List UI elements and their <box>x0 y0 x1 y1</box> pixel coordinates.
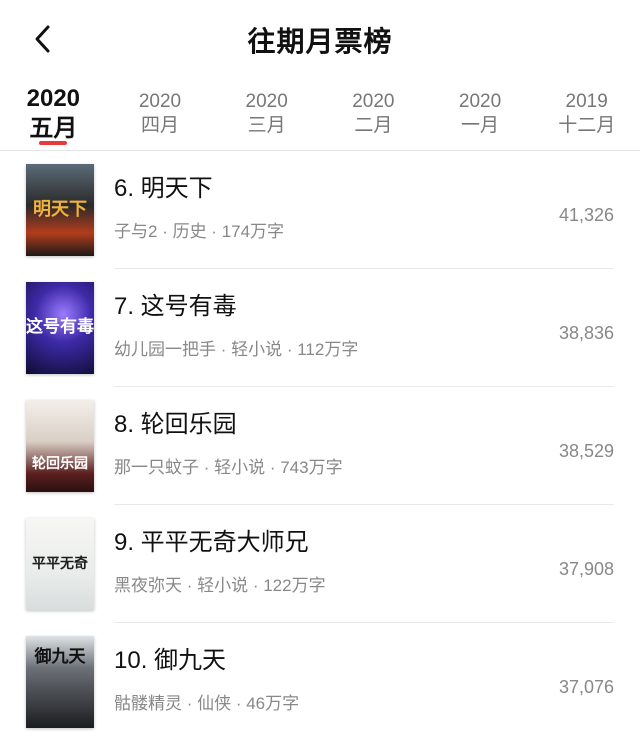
book-author: 子与2 <box>114 222 158 241</box>
tab-year: 2019 <box>565 91 608 112</box>
tab-2019-12[interactable]: 2019 十二月 <box>533 80 640 138</box>
tab-2020-02[interactable]: 2020 二月 <box>320 80 427 138</box>
vote-count: 38,836 <box>558 323 614 343</box>
tab-2020-04[interactable]: 2020 四月 <box>107 80 214 138</box>
book-words: 174万字 <box>221 222 285 241</box>
vote-count: 37,076 <box>558 677 614 697</box>
cover-title: 这号有毒 <box>26 317 94 338</box>
book-genre: 仙侠 <box>197 694 232 713</box>
tab-month: 二月 <box>354 115 393 136</box>
month-tabs: 2020 五月 2020 四月 2020 三月 2020 二月 2020 一月 … <box>0 80 640 151</box>
book-words: 122万字 <box>263 576 326 595</box>
tab-2020-05[interactable]: 2020 五月 <box>0 80 107 145</box>
book-words: 46万字 <box>246 694 300 713</box>
tab-year: 2020 <box>245 91 288 112</box>
book-words: 112万字 <box>297 340 359 359</box>
tab-month: 一月 <box>461 115 500 136</box>
book-cover[interactable]: 明天下 <box>26 164 94 256</box>
ranking-list: 明天下 6. 明天下 子与2 · 历史 · 174万字 41,326 这号有毒 … <box>0 151 640 741</box>
vote-count: 38,529 <box>558 441 614 461</box>
cover-title: 明天下 <box>33 198 87 220</box>
page-title: 往期月票榜 <box>247 26 393 57</box>
vote-count: 37,908 <box>558 559 614 579</box>
book-genre: 轻小说 <box>214 458 266 477</box>
book-item[interactable]: 御九天 10. 御九天 骷髅精灵 · 仙侠 · 46万字 37,076 <box>0 623 640 741</box>
tab-2020-03[interactable]: 2020 三月 <box>213 80 320 138</box>
tab-month: 五月 <box>29 115 78 142</box>
cover-title: 御九天 <box>34 647 86 668</box>
cover-title: 平平无奇 <box>32 555 88 572</box>
back-button[interactable] <box>28 24 58 54</box>
book-rank-title[interactable]: 10. 御九天 <box>114 640 640 675</box>
book-cover[interactable]: 平平无奇 <box>26 518 94 610</box>
tab-year: 2020 <box>138 91 182 112</box>
book-genre: 历史 <box>172 222 207 241</box>
book-cover[interactable]: 这号有毒 <box>26 282 94 374</box>
book-item[interactable]: 平平无奇 9. 平平无奇大师兄 黑夜弥天 · 轻小说 · 122万字 37,90… <box>0 505 640 623</box>
cover-title: 轮回乐园 <box>32 455 88 472</box>
book-genre: 轻小说 <box>197 576 249 595</box>
tab-2020-01[interactable]: 2020 一月 <box>427 80 534 138</box>
book-cover[interactable]: 御九天 <box>26 636 94 728</box>
active-tab-indicator <box>39 141 68 145</box>
chevron-left-icon <box>35 25 50 53</box>
tab-month: 四月 <box>141 115 180 136</box>
book-rank-title[interactable]: 6. 明天下 <box>114 168 640 203</box>
book-author: 骷髅精灵 <box>114 694 182 713</box>
book-author: 黑夜弥天 <box>114 576 182 595</box>
book-rank-title[interactable]: 9. 平平无奇大师兄 <box>114 522 640 557</box>
book-genre: 轻小说 <box>231 340 283 359</box>
top-bar: 往期月票榜 <box>0 0 640 80</box>
book-words: 743万字 <box>280 458 343 477</box>
vote-count: 41,326 <box>558 205 614 225</box>
book-author: 那一只蚊子 <box>114 458 199 477</box>
book-item[interactable]: 这号有毒 7. 这号有毒 幼儿园一把手 · 轻小说 · 112万字 38,836 <box>0 269 640 387</box>
tab-year: 2020 <box>458 91 502 112</box>
book-author: 幼儿园一把手 <box>114 340 216 359</box>
book-item[interactable]: 轮回乐园 8. 轮回乐园 那一只蚊子 · 轻小说 · 743万字 38,529 <box>0 387 640 505</box>
tab-year: 2020 <box>26 85 81 112</box>
book-rank-title[interactable]: 7. 这号有毒 <box>114 286 640 321</box>
book-item[interactable]: 明天下 6. 明天下 子与2 · 历史 · 174万字 41,326 <box>0 151 640 269</box>
book-rank-title[interactable]: 8. 轮回乐园 <box>114 404 640 439</box>
book-cover[interactable]: 轮回乐园 <box>26 400 94 492</box>
tab-month: 十二月 <box>558 115 616 136</box>
tab-month: 三月 <box>247 115 286 136</box>
tab-year: 2020 <box>352 91 395 112</box>
